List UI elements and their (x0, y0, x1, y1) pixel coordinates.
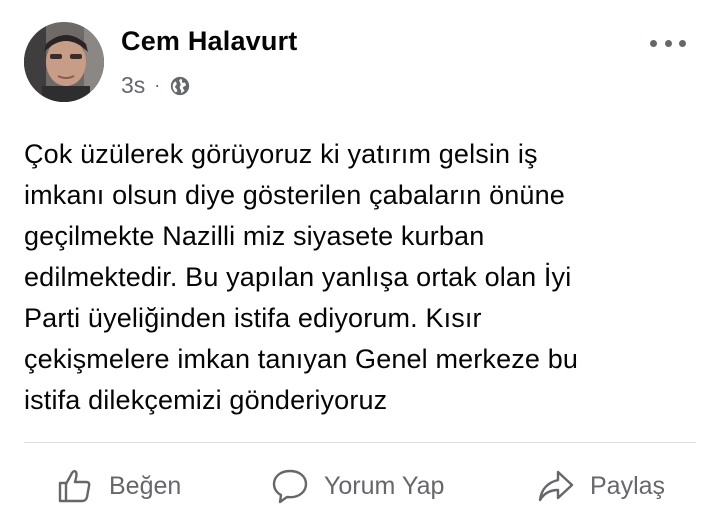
share-icon (538, 470, 574, 502)
post-time[interactable]: 3s (121, 72, 145, 99)
comment-button[interactable]: Yorum Yap (270, 455, 444, 517)
comment-label: Yorum Yap (324, 471, 445, 500)
more-dot (664, 39, 672, 47)
more-dot (650, 39, 657, 47)
share-label: Paylaş (590, 471, 666, 500)
post-text: Çok üzülerek görüyoruz ki yatırım gelsin… (24, 139, 579, 415)
like-button[interactable]: Beğen (55, 455, 181, 517)
avatar[interactable] (24, 22, 104, 102)
post-card: Cem Halavurt 3s · Çok üzülerek görüyoruz… (0, 0, 720, 530)
globe-icon[interactable] (169, 75, 191, 97)
more-options-icon[interactable] (650, 36, 686, 50)
divider (24, 442, 696, 443)
post-actions-bar: Beğen Yorum Yap Paylaş (0, 455, 720, 517)
meta-separator: · (154, 75, 161, 95)
comment-icon (272, 469, 308, 504)
post-meta: 3s · (121, 72, 191, 99)
like-label: Beğen (109, 471, 182, 500)
more-dot (679, 39, 686, 47)
avatar-image (24, 22, 104, 102)
author-name[interactable]: Cem Halavurt (121, 26, 297, 57)
thumbs-up-icon (58, 470, 91, 503)
share-button[interactable]: Paylaş (536, 455, 665, 517)
